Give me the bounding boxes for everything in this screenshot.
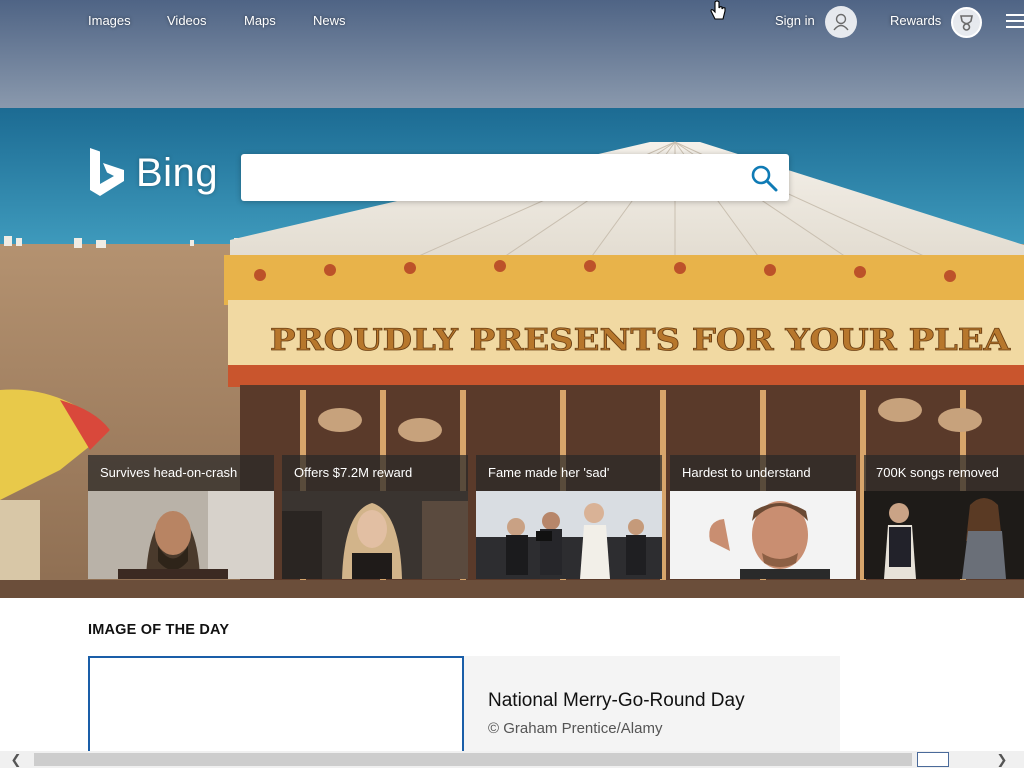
bing-homepage: PROUDLY PRESENTS FOR YOUR PLEA Images Vi… xyxy=(0,0,1024,768)
nav-link-news[interactable]: News xyxy=(313,13,346,28)
scroll-right-arrow-icon[interactable]: ❯ xyxy=(994,752,1010,767)
rewards-link[interactable]: Rewards xyxy=(890,13,941,28)
news-card[interactable]: Hardest to understand xyxy=(670,455,856,579)
hand-cursor-icon xyxy=(710,0,726,20)
image-of-the-day-heading: IMAGE OF THE DAY xyxy=(88,622,230,638)
news-card-image xyxy=(864,491,1024,579)
bing-b-icon xyxy=(90,148,124,196)
search-input[interactable] xyxy=(253,162,733,193)
news-card-title: Hardest to understand xyxy=(670,455,856,491)
news-card[interactable]: 700K songs removed xyxy=(864,455,1024,579)
trophy-icon[interactable] xyxy=(951,7,982,38)
news-card[interactable]: Offers $7.2M reward xyxy=(282,455,468,579)
news-card-image xyxy=(282,491,468,579)
news-card-title: Survives head-on-crash xyxy=(88,455,274,491)
news-card-image xyxy=(88,491,274,579)
hamburger-menu-icon[interactable] xyxy=(1006,14,1024,30)
search-box xyxy=(241,154,789,201)
bing-logo[interactable]: Bing xyxy=(88,148,218,198)
search-icon[interactable] xyxy=(746,160,782,196)
news-card-title: Fame made her 'sad' xyxy=(476,455,662,491)
news-card[interactable]: Fame made her 'sad' xyxy=(476,455,662,579)
logo-text: Bing xyxy=(136,150,219,195)
news-carousel: Survives head-on-crash Offers $7.2M rewa… xyxy=(88,455,1024,579)
horizontal-scrollbar[interactable]: ❮ ❯ xyxy=(0,751,1024,768)
image-of-the-day-credit: © Graham Prentice/Alamy xyxy=(488,720,663,737)
news-card[interactable]: Survives head-on-crash xyxy=(88,455,274,579)
top-navigation: Images Videos Maps News Sign in Rewards xyxy=(0,0,1024,44)
user-icon[interactable] xyxy=(825,6,857,38)
scrollbar-position-box xyxy=(917,752,949,767)
news-card-image xyxy=(476,491,662,579)
nav-link-images[interactable]: Images xyxy=(88,13,131,28)
news-card-title: Offers $7.2M reward xyxy=(282,455,468,491)
nav-link-maps[interactable]: Maps xyxy=(244,13,276,28)
news-card-image xyxy=(670,491,856,579)
scrollbar-thumb[interactable] xyxy=(34,753,912,766)
nav-link-videos[interactable]: Videos xyxy=(167,13,207,28)
scroll-left-arrow-icon[interactable]: ❮ xyxy=(8,752,24,767)
sign-in-link[interactable]: Sign in xyxy=(775,13,815,28)
hero-banner-text: PROUDLY PRESENTS FOR YOUR PLEA xyxy=(270,323,1011,358)
news-card-title: 700K songs removed xyxy=(864,455,1024,491)
image-of-the-day-title[interactable]: National Merry-Go-Round Day xyxy=(488,690,745,712)
